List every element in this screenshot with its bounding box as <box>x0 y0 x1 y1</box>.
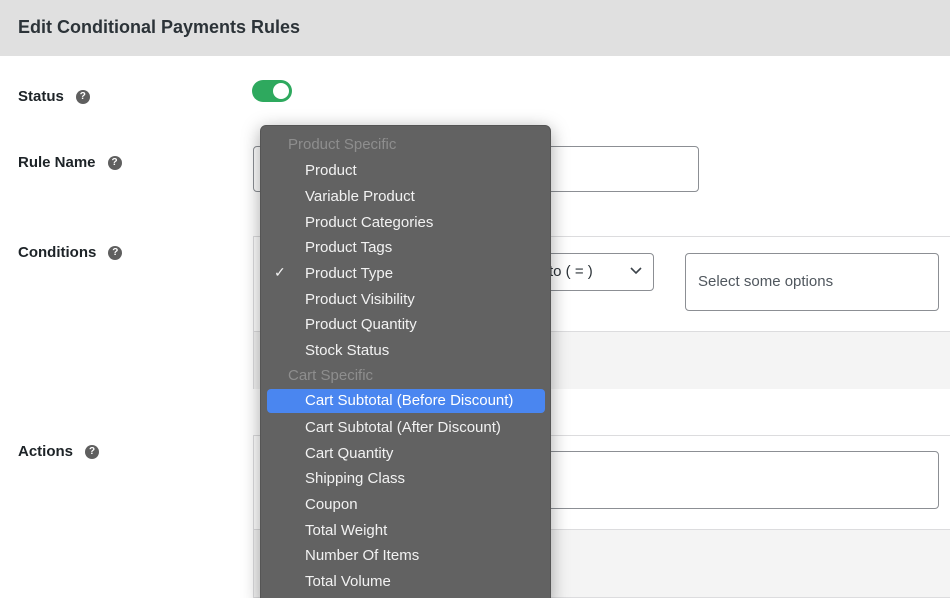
option-product-type[interactable]: ✓ Product Type <box>267 262 545 286</box>
option-label: Total Weight <box>305 522 388 539</box>
option-label: Number Of Items <box>305 547 420 564</box>
help-icon[interactable]: ? <box>85 444 100 459</box>
option-label: Product Tags <box>305 239 393 256</box>
rule-name-label-text: Rule Name <box>18 154 96 171</box>
option-product-visibility[interactable]: Product Visibility <box>267 288 545 312</box>
actions-label: Actions ? <box>18 443 100 460</box>
status-label-text: Status <box>18 88 64 105</box>
conditions-label: Conditions ? <box>18 244 123 261</box>
status-label: Status ? <box>18 88 90 105</box>
conditions-label-text: Conditions <box>18 244 97 261</box>
toggle-knob <box>273 83 289 99</box>
option-label: Shipping Class <box>305 470 406 487</box>
option-product-quantity[interactable]: Product Quantity <box>267 313 545 337</box>
option-label: Stock Status <box>305 342 390 359</box>
status-toggle[interactable] <box>252 80 292 102</box>
option-label: Total Volume <box>305 573 391 590</box>
option-stock-status[interactable]: Stock Status <box>267 339 545 363</box>
option-cart-subtotal-after-discount[interactable]: Cart Subtotal (After Discount) <box>267 416 545 440</box>
chevron-down-icon <box>630 267 642 275</box>
option-product[interactable]: Product <box>267 159 545 183</box>
option-cart-subtotal-before-discount[interactable]: Cart Subtotal (Before Discount) <box>267 389 545 413</box>
condition-type-dropdown[interactable]: Product Specific Product Variable Produc… <box>260 125 551 598</box>
checkmark-icon: ✓ <box>274 264 286 280</box>
option-label: Product Categories <box>305 214 434 231</box>
option-label: Product <box>305 162 357 179</box>
option-shipping-class[interactable]: Shipping Class <box>267 467 545 491</box>
page-header: Edit Conditional Payments Rules <box>0 0 950 56</box>
option-label: Cart Subtotal (After Discount) <box>305 419 501 436</box>
page-title: Edit Conditional Payments Rules <box>18 17 301 37</box>
option-label: Product Type <box>305 265 394 282</box>
actions-label-text: Actions <box>18 443 74 460</box>
group-header-cart: Cart Specific <box>288 367 374 384</box>
help-icon[interactable]: ? <box>107 155 122 170</box>
option-cart-quantity[interactable]: Cart Quantity <box>267 442 545 466</box>
option-label: Variable Product <box>305 188 415 205</box>
condition-options-input[interactable]: Select some options <box>685 253 939 311</box>
option-coupon[interactable]: Coupon <box>267 493 545 517</box>
option-variable-product[interactable]: Variable Product <box>267 185 545 209</box>
option-label: Cart Quantity <box>305 445 394 462</box>
option-total-volume[interactable]: Total Volume <box>267 570 545 594</box>
options-placeholder: Select some options <box>698 273 834 290</box>
option-label: Product Visibility <box>305 291 415 308</box>
option-product-tags[interactable]: Product Tags <box>267 236 545 260</box>
rule-name-label: Rule Name ? <box>18 154 122 171</box>
option-total-weight[interactable]: Total Weight <box>267 519 545 543</box>
option-label: Coupon <box>305 496 358 513</box>
option-label: Cart Subtotal (Before Discount) <box>305 392 514 409</box>
help-icon[interactable]: ? <box>108 245 123 260</box>
option-number-of-items[interactable]: Number Of Items <box>267 544 545 568</box>
option-label: Product Quantity <box>305 316 417 333</box>
operator-value: to ( = ) <box>549 263 593 280</box>
group-header-product: Product Specific <box>288 136 397 153</box>
option-product-categories[interactable]: Product Categories <box>267 211 545 235</box>
help-icon[interactable]: ? <box>75 89 90 104</box>
